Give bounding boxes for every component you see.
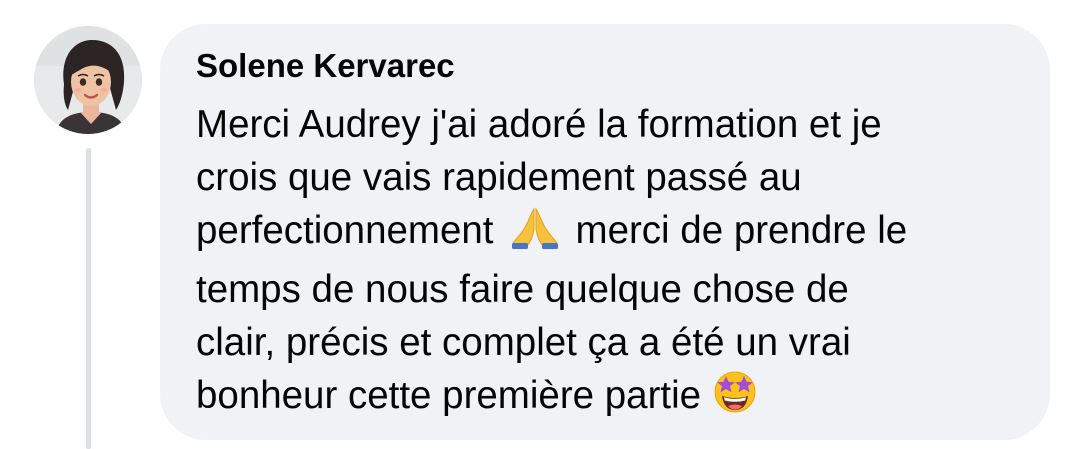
comment-line: Merci Audrey j'ai adoré la formation et … xyxy=(196,103,882,146)
folded-hands-icon xyxy=(510,205,560,263)
comment-line-segment: perfectionnement xyxy=(196,209,494,252)
comment-line: temps de nous faire quelque chose de xyxy=(196,268,849,311)
comment-line: bonheur cette première partie xyxy=(196,369,1020,428)
comment-line: crois que vais rapidement passé au xyxy=(196,156,802,199)
comment-line: clair, précis et complet ça a été un vra… xyxy=(196,321,851,364)
comment-line-segment: bonheur cette première partie xyxy=(196,374,702,417)
comment-text: Merci Audrey j'ai adoré la formation et … xyxy=(196,98,1020,428)
comment-bubble: Solene Kervarec Merci Audrey j'ai adoré … xyxy=(160,24,1050,440)
star-struck-icon xyxy=(711,370,759,428)
comment-line-segment: merci de prendre le xyxy=(575,209,908,252)
comment-author[interactable]: Solene Kervarec xyxy=(196,44,1020,88)
thread-line xyxy=(86,148,91,449)
comment-line: perfectionnement merci de prendre le xyxy=(196,204,1020,263)
avatar[interactable] xyxy=(34,26,142,134)
